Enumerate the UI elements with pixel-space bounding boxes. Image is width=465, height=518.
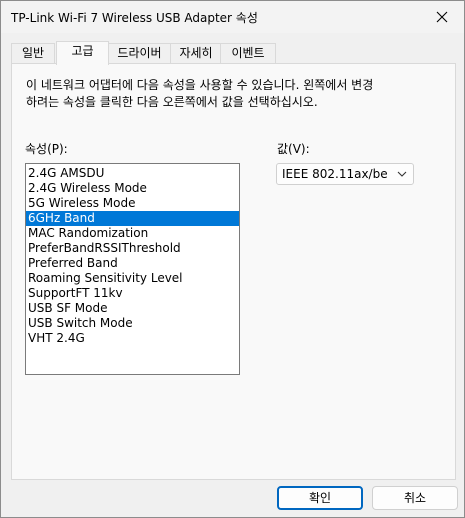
- tab-general[interactable]: 일반: [11, 43, 55, 63]
- tab-general-label: 일반: [21, 46, 45, 60]
- tab-strip: 일반 고급 드라이버 자세히 이벤트: [11, 41, 454, 65]
- advanced-tab-panel: 이 네트워크 어댑터에 다음 속성을 사용할 수 있습니다. 왼쪽에서 변경 하…: [11, 63, 456, 480]
- list-item[interactable]: VHT 2.4G: [26, 331, 239, 346]
- title-bar: TP-Link Wi-Fi 7 Wireless USB Adapter 속성: [1, 1, 464, 33]
- tab-advanced[interactable]: 고급: [56, 41, 109, 65]
- list-item[interactable]: 5G Wireless Mode: [26, 196, 239, 211]
- tab-driver[interactable]: 드라이버: [107, 43, 172, 63]
- tab-details[interactable]: 자세히: [170, 43, 222, 63]
- description-text: 이 네트워크 어댑터에 다음 속성을 사용할 수 있습니다. 왼쪽에서 변경 하…: [26, 78, 374, 109]
- tab-advanced-label: 고급: [71, 44, 94, 58]
- tab-events-label: 이벤트: [231, 46, 265, 60]
- cancel-button-label: 취소: [403, 491, 427, 505]
- list-item[interactable]: PreferBandRSSIThreshold: [26, 241, 239, 256]
- ok-button-label: 확인: [308, 491, 332, 505]
- list-item[interactable]: Roaming Sensitivity Level: [26, 271, 239, 286]
- tab-details-label: 자세히: [179, 46, 213, 60]
- list-item[interactable]: USB Switch Mode: [26, 316, 239, 331]
- list-item[interactable]: USB SF Mode: [26, 301, 239, 316]
- chevron-down-icon: [397, 171, 407, 177]
- value-label: 값(V):: [277, 142, 310, 156]
- close-button[interactable]: [420, 1, 464, 33]
- list-item-selected[interactable]: 6GHz Band: [26, 211, 239, 226]
- list-item[interactable]: Preferred Band: [26, 256, 239, 271]
- window-title: TP-Link Wi-Fi 7 Wireless USB Adapter 속성: [11, 11, 258, 25]
- properties-dialog: TP-Link Wi-Fi 7 Wireless USB Adapter 속성 …: [0, 0, 465, 518]
- property-listbox[interactable]: 2.4G AMSDU 2.4G Wireless Mode 5G Wireles…: [25, 163, 240, 375]
- list-item[interactable]: MAC Randomization: [26, 226, 239, 241]
- list-item[interactable]: SupportFT 11kv: [26, 286, 239, 301]
- close-icon: [436, 11, 448, 23]
- tab-driver-label: 드라이버: [117, 46, 162, 60]
- list-item[interactable]: 2.4G AMSDU: [26, 166, 239, 181]
- property-label: 속성(P):: [25, 142, 68, 156]
- value-dropdown[interactable]: IEEE 802.11ax/be: [276, 163, 414, 185]
- list-item[interactable]: 2.4G Wireless Mode: [26, 181, 239, 196]
- value-dropdown-text: IEEE 802.11ax/be: [282, 167, 388, 181]
- cancel-button[interactable]: 취소: [372, 486, 458, 510]
- ok-button[interactable]: 확인: [277, 486, 363, 510]
- tab-events[interactable]: 이벤트: [220, 43, 276, 63]
